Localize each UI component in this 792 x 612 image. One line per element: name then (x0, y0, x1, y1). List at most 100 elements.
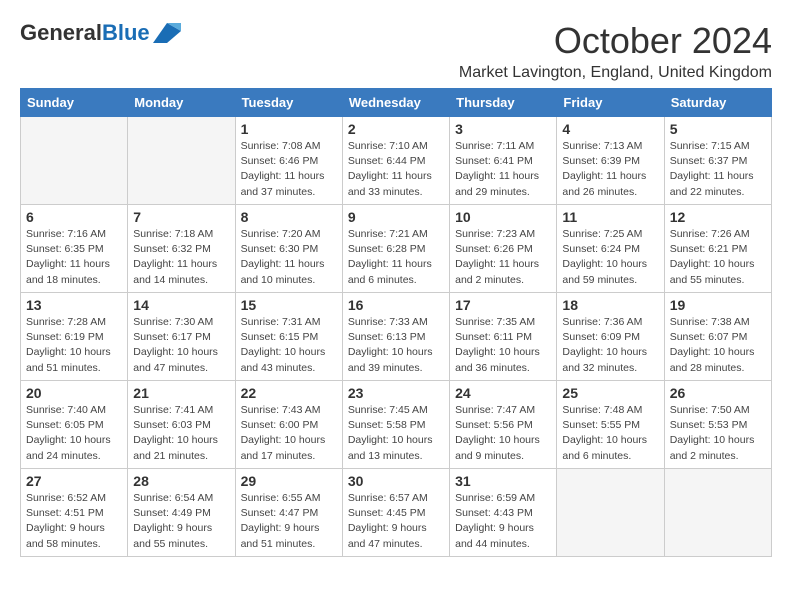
day-info: Sunrise: 7:40 AMSunset: 6:05 PMDaylight:… (26, 403, 122, 464)
day-info: Sunrise: 7:50 AMSunset: 5:53 PMDaylight:… (670, 403, 766, 464)
day-info: Sunrise: 7:20 AMSunset: 6:30 PMDaylight:… (241, 227, 337, 288)
calendar-cell-day-11: 11Sunrise: 7:25 AMSunset: 6:24 PMDayligh… (557, 205, 664, 293)
header-tuesday: Tuesday (235, 89, 342, 117)
day-info: Sunrise: 7:33 AMSunset: 6:13 PMDaylight:… (348, 315, 444, 376)
calendar-cell-day-1: 1Sunrise: 7:08 AMSunset: 6:46 PMDaylight… (235, 117, 342, 205)
day-number: 5 (670, 121, 766, 137)
day-info: Sunrise: 7:16 AMSunset: 6:35 PMDaylight:… (26, 227, 122, 288)
logo: General Blue (20, 20, 181, 46)
day-info: Sunrise: 6:54 AMSunset: 4:49 PMDaylight:… (133, 491, 229, 552)
calendar-week-row: 13Sunrise: 7:28 AMSunset: 6:19 PMDayligh… (21, 293, 772, 381)
calendar-cell-day-22: 22 Sunrise: 7:43 AMSunset: 6:00 PMDayligh… (235, 381, 342, 469)
day-number: 15 (241, 297, 337, 313)
calendar-cell-day-4: 4Sunrise: 7:13 AMSunset: 6:39 PMDaylight… (557, 117, 664, 205)
calendar-cell-day-17: 17Sunrise: 7:35 AMSunset: 6:11 PMDayligh… (450, 293, 557, 381)
day-info: Sunrise: 7:26 AMSunset: 6:21 PMDaylight:… (670, 227, 766, 288)
day-number: 14 (133, 297, 229, 313)
day-number: 7 (133, 209, 229, 225)
day-number: 25 (562, 385, 658, 401)
day-info: Sunrise: 7:41 AMSunset: 6:03 PMDaylight:… (133, 403, 229, 464)
day-info: Sunrise: 7:10 AMSunset: 6:44 PMDaylight:… (348, 139, 444, 200)
logo-icon (153, 23, 181, 43)
day-info: Sunrise: 7:08 AMSunset: 6:46 PMDaylight:… (241, 139, 337, 200)
calendar-cell-day-2: 2 Sunrise: 7:10 AMSunset: 6:44 PMDaylight… (342, 117, 449, 205)
day-info: Sunrise: 7:31 AMSunset: 6:15 PMDaylight:… (241, 315, 337, 376)
day-number: 29 (241, 473, 337, 489)
day-info: Sunrise: 7:35 AMSunset: 6:11 PMDaylight:… (455, 315, 551, 376)
header-friday: Friday (557, 89, 664, 117)
calendar-cell-day-6: 6 Sunrise: 7:16 AMSunset: 6:35 PMDaylight… (21, 205, 128, 293)
calendar-week-row: 1Sunrise: 7:08 AMSunset: 6:46 PMDaylight… (21, 117, 772, 205)
day-number: 10 (455, 209, 551, 225)
day-number: 9 (348, 209, 444, 225)
day-number: 20 (26, 385, 122, 401)
calendar-cell-day-18: 18Sunrise: 7:36 AMSunset: 6:09 PMDayligh… (557, 293, 664, 381)
calendar-cell-day-13: 13Sunrise: 7:28 AMSunset: 6:19 PMDayligh… (21, 293, 128, 381)
logo-blue-text: Blue (102, 20, 150, 46)
day-info: Sunrise: 7:11 AMSunset: 6:41 PMDaylight:… (455, 139, 551, 200)
calendar-cell-day-28: 28 Sunrise: 6:54 AMSunset: 4:49 PMDayligh… (128, 469, 235, 557)
day-info: Sunrise: 7:43 AMSunset: 6:00 PMDaylight:… (241, 403, 337, 464)
day-info: Sunrise: 7:25 AMSunset: 6:24 PMDaylight:… (562, 227, 658, 288)
day-number: 19 (670, 297, 766, 313)
empty-cell (21, 117, 128, 205)
empty-cell (664, 469, 771, 557)
calendar-cell-day-7: 7 Sunrise: 7:18 AMSunset: 6:32 PMDaylight… (128, 205, 235, 293)
calendar-cell-day-25: 25 Sunrise: 7:48 AMSunset: 5:55 PMDayligh… (557, 381, 664, 469)
calendar-page: General Blue October 2024 Market Lavingt… (0, 0, 792, 567)
calendar-cell-day-10: 10 Sunrise: 7:23 AMSunset: 6:26 PMDayligh… (450, 205, 557, 293)
day-info: Sunrise: 7:45 AMSunset: 5:58 PMDaylight:… (348, 403, 444, 464)
day-number: 6 (26, 209, 122, 225)
calendar-cell-day-29: 29 Sunrise: 6:55 AMSunset: 4:47 PMDayligh… (235, 469, 342, 557)
calendar-cell-day-14: 14Sunrise: 7:30 AMSunset: 6:17 PMDayligh… (128, 293, 235, 381)
day-number: 16 (348, 297, 444, 313)
logo-general: General (20, 20, 102, 46)
day-info: Sunrise: 7:36 AMSunset: 6:09 PMDaylight:… (562, 315, 658, 376)
calendar-cell-day-30: 30 Sunrise: 6:57 AMSunset: 4:45 PMDayligh… (342, 469, 449, 557)
calendar-cell-day-9: 9 Sunrise: 7:21 AMSunset: 6:28 PMDaylight… (342, 205, 449, 293)
day-number: 27 (26, 473, 122, 489)
day-number: 23 (348, 385, 444, 401)
day-info: Sunrise: 7:38 AMSunset: 6:07 PMDaylight:… (670, 315, 766, 376)
day-info: Sunrise: 7:23 AMSunset: 6:26 PMDaylight:… (455, 227, 551, 288)
page-header: General Blue October 2024 Market Lavingt… (20, 20, 772, 82)
location: Market Lavington, England, United Kingdo… (459, 64, 772, 82)
empty-cell (557, 469, 664, 557)
calendar-cell-day-26: 26Sunrise: 7:50 AMSunset: 5:53 PMDayligh… (664, 381, 771, 469)
day-info: Sunrise: 6:55 AMSunset: 4:47 PMDaylight:… (241, 491, 337, 552)
calendar-cell-day-23: 23 Sunrise: 7:45 AMSunset: 5:58 PMDayligh… (342, 381, 449, 469)
day-info: Sunrise: 7:15 AMSunset: 6:37 PMDaylight:… (670, 139, 766, 200)
empty-cell (128, 117, 235, 205)
calendar-cell-day-20: 20 Sunrise: 7:40 AMSunset: 6:05 PMDayligh… (21, 381, 128, 469)
calendar-cell-day-31: 31 Sunrise: 6:59 AMSunset: 4:43 PMDayligh… (450, 469, 557, 557)
day-info: Sunrise: 6:52 AMSunset: 4:51 PMDaylight:… (26, 491, 122, 552)
day-info: Sunrise: 7:18 AMSunset: 6:32 PMDaylight:… (133, 227, 229, 288)
day-number: 28 (133, 473, 229, 489)
day-info: Sunrise: 7:21 AMSunset: 6:28 PMDaylight:… (348, 227, 444, 288)
day-info: Sunrise: 6:59 AMSunset: 4:43 PMDaylight:… (455, 491, 551, 552)
day-number: 4 (562, 121, 658, 137)
month-title: October 2024 (459, 20, 772, 62)
calendar-cell-day-16: 16 Sunrise: 7:33 AMSunset: 6:13 PMDayligh… (342, 293, 449, 381)
day-number: 22 (241, 385, 337, 401)
header-sunday: Sunday (21, 89, 128, 117)
calendar-cell-day-27: 27 Sunrise: 6:52 AMSunset: 4:51 PMDayligh… (21, 469, 128, 557)
day-number: 2 (348, 121, 444, 137)
calendar-cell-day-8: 8 Sunrise: 7:20 AMSunset: 6:30 PMDaylight… (235, 205, 342, 293)
header-thursday: Thursday (450, 89, 557, 117)
calendar-cell-day-24: 24Sunrise: 7:47 AMSunset: 5:56 PMDayligh… (450, 381, 557, 469)
header-monday: Monday (128, 89, 235, 117)
calendar-cell-day-21: 21 Sunrise: 7:41 AMSunset: 6:03 PMDayligh… (128, 381, 235, 469)
calendar-header-row: SundayMondayTuesdayWednesdayThursdayFrid… (21, 89, 772, 117)
day-number: 21 (133, 385, 229, 401)
calendar-week-row: 20 Sunrise: 7:40 AMSunset: 6:05 PMDayligh… (21, 381, 772, 469)
calendar-table: SundayMondayTuesdayWednesdayThursdayFrid… (20, 88, 772, 557)
day-info: Sunrise: 6:57 AMSunset: 4:45 PMDaylight:… (348, 491, 444, 552)
day-number: 24 (455, 385, 551, 401)
header-wednesday: Wednesday (342, 89, 449, 117)
day-number: 8 (241, 209, 337, 225)
day-info: Sunrise: 7:48 AMSunset: 5:55 PMDaylight:… (562, 403, 658, 464)
calendar-cell-day-3: 3Sunrise: 7:11 AMSunset: 6:41 PMDaylight… (450, 117, 557, 205)
day-number: 30 (348, 473, 444, 489)
day-number: 31 (455, 473, 551, 489)
